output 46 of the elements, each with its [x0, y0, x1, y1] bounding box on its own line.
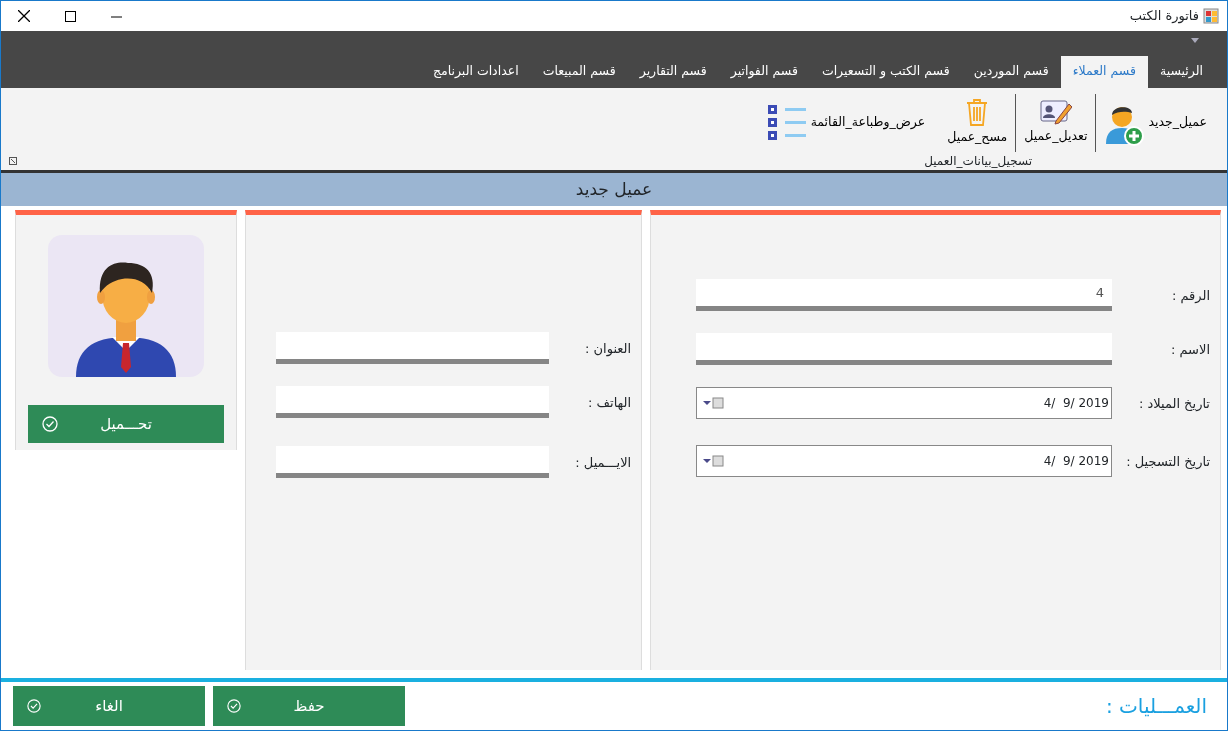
input-field[interactable]: 4 [696, 279, 1112, 312]
ribbon-tab[interactable]: قسم الكتب و التسعيرات [809, 55, 962, 88]
ribbon-tab[interactable]: قسم المبيعات [530, 55, 628, 88]
ribbon-button[interactable]: مسح_عميل [939, 96, 1016, 149]
ribbon-tab[interactable]: اعدادات البرنامج [420, 55, 531, 88]
calendar-dropdown-icon[interactable] [703, 397, 725, 410]
action-button[interactable]: حفظ [213, 686, 405, 727]
field-label: تاريخ الميلاد : [1137, 394, 1211, 413]
contact-card-edit-icon [1039, 99, 1072, 126]
ribbon-tab[interactable]: قسم العملاء [1060, 55, 1148, 88]
field-label: تاريخ التسجيل : [1125, 452, 1211, 471]
ribbon-button[interactable]: تعديل_عميل [1016, 97, 1096, 148]
close-icon[interactable] [18, 10, 30, 22]
app-icon [1203, 8, 1219, 24]
check-circle-icon [42, 416, 58, 433]
input-field[interactable] [696, 333, 1112, 366]
field-label: الرقم : [1170, 286, 1211, 306]
form-header: عميل جديد [1, 172, 1227, 209]
field-label: العنوان : [584, 339, 633, 359]
action-button[interactable]: الغاء [13, 686, 205, 727]
field-label: الايـــميل : [574, 453, 633, 472]
date-picker[interactable]: 4/ 9/ 2019 [696, 387, 1112, 420]
ribbon-tab[interactable]: الرئيسية [1147, 55, 1215, 88]
maximize-icon[interactable] [64, 10, 76, 22]
window-title: فاتورة الكتب [1129, 7, 1199, 26]
upload-button[interactable]: تحـــميل [28, 405, 224, 444]
ribbon-tab[interactable]: قسم الموردين [961, 55, 1061, 88]
date-picker[interactable]: 4/ 9/ 2019 [696, 445, 1112, 478]
check-circle-icon [27, 699, 41, 714]
group-label: تسجيل_بيانات_العميل [924, 152, 1032, 170]
expand-icon[interactable] [9, 156, 17, 165]
ribbon-button[interactable]: عميل_جديد [1096, 97, 1215, 148]
dropdown-icon[interactable] [1191, 36, 1199, 44]
operations-label: العمـــليات : [1105, 693, 1207, 721]
trash-icon [965, 98, 990, 127]
ribbon-tab[interactable]: قسم الفواتير [718, 55, 810, 88]
calendar-dropdown-icon[interactable] [703, 455, 725, 468]
input-field[interactable] [276, 386, 550, 419]
input-field[interactable] [276, 446, 550, 479]
list-icon [766, 103, 807, 142]
field-label: الاسم : [1169, 340, 1211, 360]
field-label: الهاتف : [587, 393, 633, 412]
input-field[interactable] [276, 332, 550, 365]
check-circle-icon [227, 699, 241, 714]
ribbon-button[interactable]: عرض_وطباعة_القائمة [758, 101, 934, 144]
ribbon-tab[interactable]: قسم التقارير [627, 55, 719, 88]
